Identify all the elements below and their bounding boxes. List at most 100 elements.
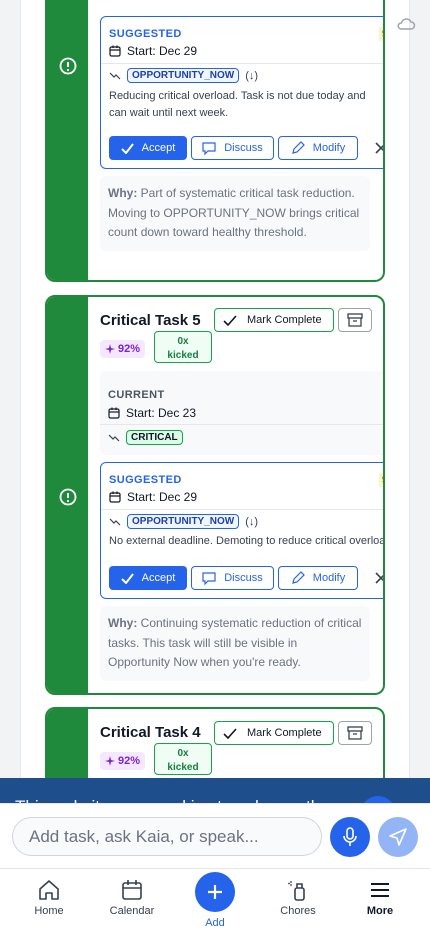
- critical-strip: [47, 297, 88, 693]
- accept-label: Accept: [141, 572, 176, 584]
- direction-hint: (↓): [245, 69, 259, 82]
- trend-arrow-icon: [109, 72, 121, 79]
- calendar-icon: [109, 491, 121, 503]
- accept-label: Accept: [141, 142, 176, 154]
- score-badge: 9/: [378, 473, 383, 487]
- score-badge: 9/: [378, 27, 383, 41]
- sparkle-icon: [105, 344, 115, 354]
- microphone-icon: [343, 827, 357, 846]
- nav-home-label: Home: [34, 905, 64, 917]
- check-icon: [223, 727, 237, 739]
- composer-bar: [0, 803, 430, 868]
- task-title: Critical Task 5: [100, 312, 201, 329]
- cloud-sync-icon: [397, 18, 416, 30]
- mark-complete-button[interactable]: Mark Complete: [214, 308, 334, 332]
- modify-label: Modify: [312, 572, 346, 584]
- why-explanation: Why: Continuing systematic reduction of …: [100, 606, 370, 681]
- mark-complete-button[interactable]: Mark Complete: [214, 721, 334, 745]
- accept-button[interactable]: Accept: [109, 566, 187, 590]
- pencil-icon: [291, 141, 305, 154]
- check-icon: [120, 572, 134, 584]
- nav-add-label: Add: [205, 917, 225, 929]
- chat-bubble-icon: [202, 141, 216, 155]
- start-row: Start: Dec 29: [109, 490, 197, 504]
- discuss-button[interactable]: Discuss: [191, 566, 274, 590]
- bucket-chip: OPPORTUNITY_NOW: [127, 514, 240, 529]
- trend-arrow-icon: [109, 518, 121, 525]
- nav-more-label: More: [366, 905, 394, 917]
- alert-circle-icon: [59, 488, 77, 506]
- nav-calendar-label: Calendar: [109, 905, 155, 917]
- discuss-button[interactable]: Discuss: [191, 136, 274, 160]
- spray-bottle-icon: [288, 881, 305, 901]
- pencil-icon: [291, 571, 305, 584]
- reason-text: Reducing critical overload. Task is not …: [109, 90, 366, 119]
- mark-complete-label: Mark Complete: [247, 314, 322, 326]
- score-percent-badge: 92%: [100, 752, 146, 770]
- modify-label: Modify: [312, 142, 346, 154]
- plus-icon: [208, 885, 222, 899]
- percent-value: 92%: [118, 343, 141, 355]
- critical-strip: [47, 0, 88, 280]
- calendar-icon: [108, 407, 120, 419]
- start-row: Start: Dec 23: [108, 406, 196, 420]
- nav-home[interactable]: Home: [14, 879, 84, 917]
- discuss-label: Discuss: [224, 142, 263, 154]
- close-icon[interactable]: [375, 142, 385, 154]
- kicked-label: kicked: [167, 762, 199, 773]
- home-icon: [39, 880, 59, 900]
- send-button[interactable]: [378, 817, 418, 857]
- suggested-section: SUGGESTED 9/ Start: Dec 29 OPPORTUNITY_N…: [100, 16, 385, 169]
- add-button[interactable]: [195, 872, 235, 912]
- nav-more[interactable]: More: [345, 879, 415, 917]
- kicked-count: 0x: [177, 336, 189, 347]
- archive-icon: [347, 313, 363, 327]
- modify-button[interactable]: Modify: [278, 566, 358, 590]
- chat-bubble-icon: [202, 571, 216, 585]
- calendar-icon: [122, 880, 142, 900]
- start-date: Start: Dec 23: [126, 406, 197, 420]
- calendar-icon: [109, 45, 121, 57]
- nav-calendar[interactable]: Calendar: [97, 879, 167, 917]
- suggested-label: SUGGESTED: [109, 474, 182, 486]
- archive-icon: [347, 726, 363, 740]
- bucket-chip: OPPORTUNITY_NOW: [127, 68, 240, 83]
- archive-button[interactable]: [338, 308, 372, 332]
- bottom-nav: Home Calendar Add Chores More: [0, 868, 430, 932]
- why-explanation: Why: Part of systematic critical task re…: [100, 176, 370, 251]
- kicked-count: 0x: [177, 748, 189, 759]
- send-icon: [389, 828, 407, 846]
- bucket-row: OPPORTUNITY_NOW (↓): [109, 514, 258, 529]
- start-date: Start: Dec 29: [127, 490, 198, 504]
- microphone-button[interactable]: [330, 817, 370, 857]
- check-icon: [223, 314, 237, 326]
- kicked-label: kicked: [167, 350, 199, 361]
- modify-button[interactable]: Modify: [278, 136, 358, 160]
- discuss-label: Discuss: [224, 572, 263, 584]
- accept-button[interactable]: Accept: [109, 136, 187, 160]
- percent-value: 92%: [118, 755, 141, 767]
- sparkle-icon: [105, 756, 115, 766]
- archive-button[interactable]: [338, 721, 372, 745]
- why-text: Continuing systematic reduction of criti…: [108, 616, 362, 669]
- nav-chores[interactable]: Chores: [263, 879, 333, 917]
- bucket-row: OPPORTUNITY_NOW (↓): [109, 68, 258, 83]
- task-card-top: SUGGESTED 9/ Start: Dec 29 OPPORTUNITY_N…: [45, 0, 385, 282]
- reason-text: No external deadline. Demoting to reduce…: [109, 535, 385, 547]
- suggested-label: SUGGESTED: [109, 28, 182, 40]
- trend-arrow-icon: [108, 434, 120, 441]
- close-icon[interactable]: [375, 572, 385, 584]
- why-text: Part of systematic critical task reducti…: [108, 186, 360, 239]
- start-row: Start: Dec 29: [109, 44, 197, 58]
- bucket-chip: CRITICAL: [126, 430, 183, 445]
- check-icon: [120, 142, 134, 154]
- menu-icon: [371, 883, 389, 897]
- bucket-row: CRITICAL: [108, 430, 183, 445]
- current-section: CURRENT Start: Dec 23 CRITICAL: [100, 371, 383, 455]
- kicked-count-badge: 0x kicked: [154, 743, 212, 775]
- kicked-count-badge: 0x kicked: [154, 331, 212, 363]
- task-input[interactable]: [12, 817, 322, 856]
- nav-chores-label: Chores: [280, 905, 316, 917]
- alert-circle-icon: [59, 57, 77, 75]
- why-label: Why:: [108, 616, 138, 630]
